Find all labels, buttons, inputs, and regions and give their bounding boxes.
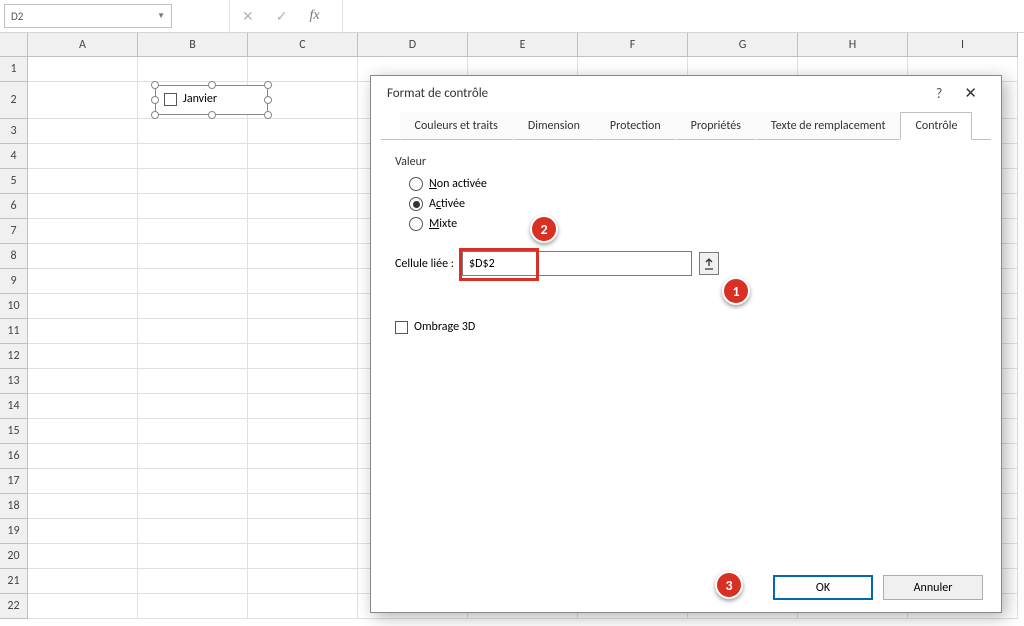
name-box[interactable]: D2 ▼: [4, 4, 172, 28]
resize-handle[interactable]: [151, 96, 159, 104]
radio-icon: [409, 217, 423, 231]
row-header[interactable]: 20: [0, 544, 28, 569]
tab-proprietes[interactable]: Propriétés: [676, 112, 756, 140]
row-header[interactable]: 7: [0, 219, 28, 244]
cancel-button[interactable]: Annuler: [883, 575, 983, 600]
row-header[interactable]: 16: [0, 444, 28, 469]
col-header[interactable]: E: [468, 33, 578, 57]
linked-cell-input-wrapper: [462, 251, 692, 276]
col-header[interactable]: B: [138, 33, 248, 57]
tab-protection[interactable]: Protection: [595, 112, 676, 140]
col-header[interactable]: H: [798, 33, 908, 57]
resize-handle[interactable]: [208, 111, 216, 119]
row-header[interactable]: 18: [0, 494, 28, 519]
close-icon[interactable]: ✕: [956, 78, 985, 109]
row-header[interactable]: 14: [0, 394, 28, 419]
checkbox-label: Janvier: [183, 92, 217, 106]
column-headers: A B C D E F G H I: [28, 33, 1024, 57]
dialog-tabs: Couleurs et traits Dimension Protection …: [371, 111, 1001, 139]
range-picker-icon: [703, 258, 715, 270]
resize-handle[interactable]: [264, 96, 272, 104]
row-header[interactable]: 17: [0, 469, 28, 494]
range-picker-button[interactable]: [699, 252, 719, 275]
row-header[interactable]: 13: [0, 369, 28, 394]
col-header[interactable]: D: [358, 33, 468, 57]
checkbox-icon: [395, 321, 408, 334]
cancel-icon[interactable]: ✕: [242, 8, 254, 25]
col-header[interactable]: I: [908, 33, 1018, 57]
resize-handle[interactable]: [208, 81, 216, 89]
radio-label: Non activée: [429, 177, 487, 191]
linked-cell-row: Cellule liée :: [395, 251, 977, 276]
row-header[interactable]: 21: [0, 569, 28, 594]
row-headers: 1 2 3 4 5 6 7 8 9 10 11 12 13 14 15 16 1…: [0, 57, 28, 619]
shade-3d-label: Ombrage 3D: [414, 320, 475, 334]
row-header[interactable]: 15: [0, 419, 28, 444]
separator: [229, 0, 230, 33]
resize-handle[interactable]: [151, 81, 159, 89]
row-header[interactable]: 9: [0, 269, 28, 294]
checkbox-icon: [164, 93, 177, 106]
row-header[interactable]: 22: [0, 594, 28, 619]
tab-dimension[interactable]: Dimension: [513, 112, 595, 140]
row-header[interactable]: 19: [0, 519, 28, 544]
row-header[interactable]: 5: [0, 169, 28, 194]
fx-icon[interactable]: fx: [309, 8, 319, 24]
dialog-body: Valeur Non activée Activée Mixte Cellule…: [371, 139, 1001, 563]
tab-controle[interactable]: Contrôle: [900, 112, 972, 140]
col-header[interactable]: C: [248, 33, 358, 57]
row-header[interactable]: 4: [0, 144, 28, 169]
name-box-value: D2: [11, 10, 23, 23]
col-header[interactable]: F: [578, 33, 688, 57]
resize-handle[interactable]: [264, 81, 272, 89]
separator: [342, 0, 343, 33]
formula-bar-icons: ✕ ✓ fx: [242, 8, 320, 25]
dropdown-icon[interactable]: ▼: [157, 11, 165, 21]
shade-3d-row[interactable]: Ombrage 3D: [395, 320, 977, 334]
checkbox-form-control[interactable]: Janvier: [155, 85, 268, 115]
row-header[interactable]: 1: [0, 57, 28, 82]
col-header[interactable]: A: [28, 33, 138, 57]
annotation-callout-1: 1: [722, 277, 750, 305]
radio-label: Activée: [429, 197, 465, 211]
radio-icon: [409, 177, 423, 191]
ok-button[interactable]: OK: [773, 575, 873, 600]
tab-couleurs[interactable]: Couleurs et traits: [400, 112, 513, 140]
dialog-title: Format de contrôle: [387, 86, 488, 101]
help-button[interactable]: ?: [922, 79, 957, 108]
group-valeur-label: Valeur: [395, 155, 977, 169]
row-header[interactable]: 6: [0, 194, 28, 219]
formula-bar: D2 ▼ ✕ ✓ fx: [0, 0, 1024, 33]
annotation-callout-2: 2: [530, 215, 558, 243]
row-header[interactable]: 8: [0, 244, 28, 269]
row-header[interactable]: 10: [0, 294, 28, 319]
tab-texte-remplacement[interactable]: Texte de remplacement: [756, 112, 901, 140]
radio-activee[interactable]: Activée: [409, 197, 977, 211]
confirm-icon[interactable]: ✓: [276, 8, 288, 25]
linked-cell-input[interactable]: [463, 252, 691, 275]
row-header[interactable]: 12: [0, 344, 28, 369]
col-header[interactable]: G: [688, 33, 798, 57]
radio-mixte[interactable]: Mixte: [409, 217, 977, 231]
radio-icon: [409, 197, 423, 211]
format-control-dialog: Format de contrôle ? ✕ Couleurs et trait…: [370, 75, 1002, 613]
resize-handle[interactable]: [264, 111, 272, 119]
dialog-buttons: OK Annuler: [371, 563, 1001, 612]
select-all-corner[interactable]: [0, 33, 28, 57]
resize-handle[interactable]: [151, 111, 159, 119]
row-header[interactable]: 11: [0, 319, 28, 344]
row-header[interactable]: 3: [0, 119, 28, 144]
radio-non-activee[interactable]: Non activée: [409, 177, 977, 191]
annotation-callout-3: 3: [715, 571, 743, 599]
row-header[interactable]: 2: [0, 82, 28, 119]
linked-cell-label: Cellule liée :: [395, 257, 454, 271]
dialog-titlebar[interactable]: Format de contrôle ? ✕: [371, 76, 1001, 111]
radio-label: Mixte: [429, 217, 457, 231]
